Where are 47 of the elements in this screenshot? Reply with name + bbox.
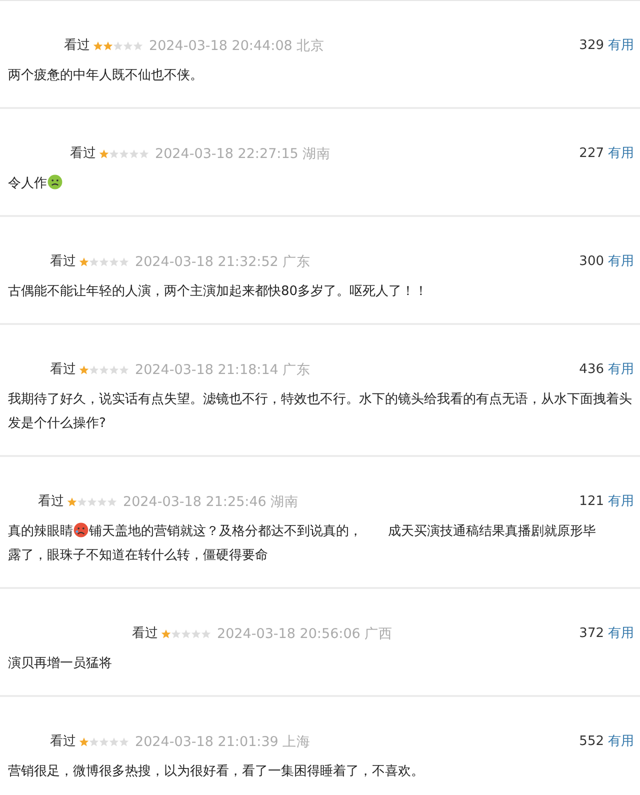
comment-text: 营销很足，微博很多热搜，以为很好看，看了一集困得睡着了，不喜欢。	[8, 764, 424, 779]
review-time: 2024-03-18 22:27:15	[155, 145, 298, 164]
useful-link[interactable]: 有用	[608, 732, 634, 752]
vote-count: 227	[579, 145, 604, 163]
watched-label: 看过	[50, 253, 76, 271]
comment-text: 古偶能不能让年轻的人演，两个主演加起来都快80多岁了。呕死人了！！	[8, 284, 428, 299]
vote-count: 329	[579, 37, 604, 55]
review-time: 2024-03-18 21:01:39	[135, 733, 278, 752]
review-location: 上海	[282, 733, 310, 752]
watched-label: 看过	[50, 733, 76, 751]
watched-label: 看过	[50, 361, 76, 379]
review-time: 2024-03-18 21:25:46	[123, 493, 266, 512]
watched-label: 看过	[38, 493, 64, 511]
review-time: 2024-03-18 21:18:14	[135, 361, 278, 380]
useful-link[interactable]: 有用	[608, 492, 634, 512]
comment-text: 真的辣眼睛	[8, 524, 73, 539]
vote-count: 552	[579, 733, 604, 751]
review-location: 湖南	[302, 145, 330, 164]
comment-text: 铺天盖地的营销就这？及格分都达不到说真的，	[89, 524, 362, 539]
useful-link[interactable]: 有用	[608, 624, 634, 644]
useful-link[interactable]: 有用	[608, 36, 634, 56]
review-time: 2024-03-18 20:44:08	[149, 37, 292, 56]
comment-text: 我期待了好久，说实话有点失望。滤镜也不行，特效也不行。水下的镜头给我看的有点无语，从水下面拽着头发是个什么操作?	[8, 392, 632, 431]
watched-label: 看过	[70, 145, 96, 163]
review-location: 北京	[296, 37, 324, 56]
useful-link[interactable]: 有用	[608, 144, 634, 164]
vote-count: 121	[579, 493, 604, 511]
vote-count: 372	[579, 625, 604, 643]
sick-face-icon	[47, 174, 63, 190]
vote-count: 436	[579, 361, 604, 379]
frowning-face-icon	[73, 522, 89, 538]
review-time: 2024-03-18 20:56:06	[217, 625, 360, 644]
review-location: 湖南	[270, 493, 298, 512]
useful-link[interactable]: 有用	[608, 360, 634, 380]
comment-text: 露了，眼珠子不知道在转什么转，僵硬得要命	[8, 548, 268, 563]
comment-text: 两个疲惫的中年人既不仙也不侠。	[8, 68, 203, 83]
review-time: 2024-03-18 21:32:52	[135, 253, 278, 272]
comment-text: 演贝再增一员猛将	[8, 656, 112, 671]
watched-label: 看过	[132, 625, 158, 643]
vote-count: 300	[579, 253, 604, 271]
comment-text: 令人作	[8, 176, 47, 191]
review-location: 广东	[282, 361, 310, 380]
comment-text: 成天买演技通稿结果真播剧就原形毕	[388, 524, 596, 539]
review-location: 广西	[364, 625, 392, 644]
review-location: 广东	[282, 253, 310, 272]
watched-label: 看过	[64, 37, 90, 55]
useful-link[interactable]: 有用	[608, 252, 634, 272]
